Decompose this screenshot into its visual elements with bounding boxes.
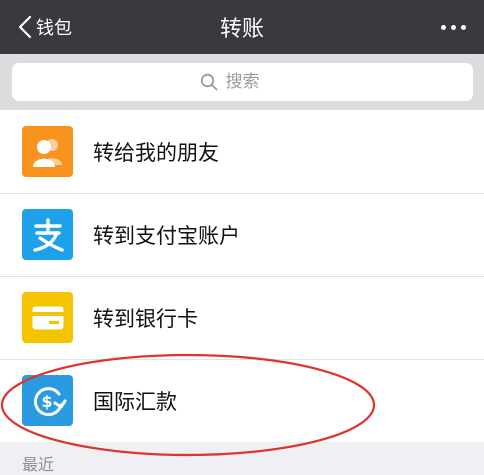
search-icon (200, 73, 217, 91)
search-input[interactable] (225, 72, 286, 92)
svg-text:$: $ (41, 392, 52, 411)
recent-section-header: 最近 (0, 444, 484, 475)
alipay-icon (22, 209, 73, 260)
list-item-transfer-to-bank-card[interactable]: 转到银行卡 (0, 276, 484, 359)
page-title: 转账 (219, 17, 264, 42)
more-dot-icon (451, 24, 456, 30)
more-options-button[interactable] (441, 0, 466, 54)
list-item-label: 转到支付宝账户 (93, 223, 240, 248)
search-bar (0, 54, 484, 110)
list-item-label: 转给我的朋友 (93, 140, 219, 165)
search-box[interactable] (12, 63, 473, 101)
navbar: 钱包 转账 (0, 0, 484, 54)
list-item-label: 转到银行卡 (93, 306, 198, 331)
recent-label: 最近 (22, 455, 55, 474)
list-item-transfer-to-alipay[interactable]: 转到支付宝账户 (0, 193, 484, 276)
friends-icon (22, 126, 73, 177)
list-item-transfer-to-friend[interactable]: 转给我的朋友 (0, 110, 484, 193)
list-item-international-remittance[interactable]: $ 国际汇款 (0, 359, 484, 442)
bank-card-icon (22, 292, 73, 343)
more-dot-icon (441, 24, 446, 30)
international-remittance-icon: $ (22, 375, 73, 426)
more-dot-icon (461, 24, 466, 30)
list-item-label: 国际汇款 (93, 389, 177, 414)
transfer-options-list: 转给我的朋友 转到支付宝账户 转到银行卡 $ 国际汇款 (0, 110, 484, 442)
